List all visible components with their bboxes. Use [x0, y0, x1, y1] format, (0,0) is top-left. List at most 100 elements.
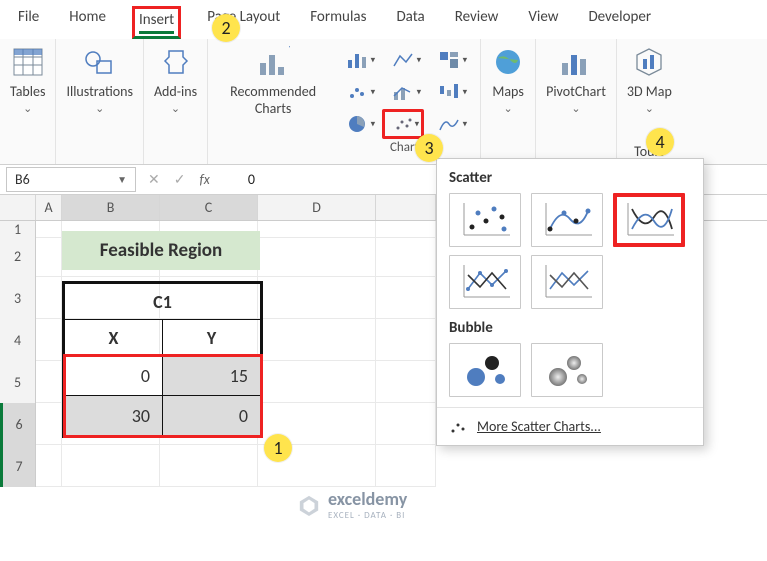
statistic-chart-button[interactable]: ▾	[336, 77, 378, 107]
tab-formulas[interactable]: Formulas	[306, 6, 370, 39]
pivotchart-label: PivotChart	[546, 83, 606, 100]
hierarchy-chart-button[interactable]: ▾	[428, 45, 470, 75]
group-maps: Maps ⌄	[481, 39, 536, 164]
group-pivotchart: PivotChart ⌄	[536, 39, 617, 164]
tables-label: Tables	[10, 83, 45, 100]
col-b[interactable]: B	[62, 195, 160, 220]
pivotchart-icon	[559, 45, 593, 79]
recommended-label: Recommended Charts	[218, 83, 328, 117]
more-scatter-charts[interactable]: More Scatter Charts...	[437, 407, 703, 437]
cell-c6[interactable]: 15	[163, 356, 261, 396]
row-3[interactable]: 3	[0, 277, 36, 319]
row-5[interactable]: 5	[0, 361, 36, 403]
pie-chart-button[interactable]: ▾	[336, 109, 378, 139]
step-4-callout: 4	[646, 128, 674, 156]
illustrations-button[interactable]: Illustrations ⌄	[66, 45, 133, 115]
scatter-chart-button[interactable]: ▾	[382, 109, 424, 139]
col-a[interactable]: A	[36, 195, 62, 220]
chevron-down-icon: ⌄	[571, 102, 580, 115]
group-tables: Tables ⌄	[0, 39, 56, 164]
maps-label: Maps	[492, 83, 523, 100]
col-c[interactable]: C	[160, 195, 258, 220]
col-x-header[interactable]: X	[65, 320, 163, 356]
shapes-icon	[83, 45, 117, 79]
scatter-smooth-markers-option[interactable]	[531, 193, 603, 247]
scatter-dropdown-panel: Scatter Bubble More Scatter Charts...	[436, 158, 704, 446]
chevron-down-icon: ⌄	[171, 102, 180, 115]
selected-range[interactable]: 0 15 30 0	[65, 356, 261, 436]
chart-type-grid: ▾ ▾ ▾ ▾ ▾ ▾ ▾ ▾ ▾	[336, 45, 470, 139]
watermark-tag: EXCEL · DATA · BI	[328, 510, 407, 521]
svg-text:?: ?	[288, 45, 290, 62]
col-y-header[interactable]: Y	[163, 320, 261, 356]
combo-chart-button[interactable]: ▾	[382, 77, 424, 107]
data-table: C1 X Y 0 15 30 0	[62, 281, 263, 438]
row-6[interactable]: 6	[0, 403, 36, 445]
scatter-straight-lines-option[interactable]	[531, 255, 603, 309]
recommended-chart-icon: ?	[256, 45, 290, 79]
waterfall-chart-button[interactable]: ▾	[428, 77, 470, 107]
col-d[interactable]: D	[258, 195, 376, 220]
name-box[interactable]: B6 ▼	[6, 167, 136, 192]
select-all-corner[interactable]	[0, 195, 36, 220]
watermark-icon	[298, 494, 320, 516]
watermark: exceldemy EXCEL · DATA · BI	[298, 488, 407, 521]
recommended-charts-button[interactable]: ? Recommended Charts	[218, 45, 328, 117]
sheet-title-cell[interactable]: Feasible Region	[62, 231, 260, 270]
chevron-down-icon: ⌄	[95, 102, 104, 115]
group-illustrations: Illustrations ⌄	[56, 39, 144, 164]
map3d-button[interactable]: 3D Map ⌄	[627, 45, 672, 115]
column-chart-button[interactable]: ▾	[336, 45, 378, 75]
more-label: More Scatter Charts...	[477, 418, 601, 435]
addins-button[interactable]: Add-ins ⌄	[154, 45, 197, 115]
chevron-down-icon: ▼	[117, 173, 127, 186]
tab-home[interactable]: Home	[65, 6, 110, 39]
addins-icon	[159, 45, 193, 79]
title-text: Feasible Region	[62, 231, 260, 270]
map3d-icon	[632, 45, 666, 79]
tab-view[interactable]: View	[524, 6, 562, 39]
bubble-section-label: Bubble	[449, 319, 691, 337]
table-icon	[11, 45, 45, 79]
cell-c7[interactable]: 0	[163, 396, 261, 436]
chevron-down-icon: ⌄	[23, 102, 32, 115]
step-1-callout: 1	[264, 434, 292, 462]
tab-developer[interactable]: Developer	[584, 6, 655, 39]
bubble-options	[437, 343, 703, 397]
chevron-down-icon: ⌄	[645, 102, 654, 115]
cell-b6[interactable]: 0	[65, 356, 163, 396]
formula-value[interactable]: 0	[248, 171, 255, 188]
row-2[interactable]: 2	[0, 235, 36, 277]
maps-button[interactable]: Maps ⌄	[491, 45, 525, 115]
ribbon-tabs: File Home Insert Page Layout Formulas Da…	[0, 0, 767, 39]
cancel-icon[interactable]: ✕	[148, 171, 160, 188]
bubble-2d-option[interactable]	[449, 343, 521, 397]
name-box-value: B6	[15, 171, 30, 188]
tab-review[interactable]: Review	[451, 6, 503, 39]
cell-b7[interactable]: 30	[65, 396, 163, 436]
pivotchart-button[interactable]: PivotChart ⌄	[546, 45, 606, 115]
scatter-straight-markers-option[interactable]	[449, 255, 521, 309]
chevron-down-icon: ⌄	[504, 102, 513, 115]
line-chart-button[interactable]: ▾	[382, 45, 424, 75]
tab-data[interactable]: Data	[392, 6, 428, 39]
scatter-markers-option[interactable]	[449, 193, 521, 247]
tab-file[interactable]: File	[14, 6, 43, 39]
tables-button[interactable]: Tables ⌄	[10, 45, 45, 115]
scatter-smooth-lines-option[interactable]	[613, 193, 685, 247]
scatter-section-label: Scatter	[449, 169, 691, 187]
fx-label[interactable]: fx	[199, 171, 209, 188]
tab-insert[interactable]: Insert	[132, 6, 181, 39]
globe-icon	[491, 45, 525, 79]
scatter-options	[437, 193, 703, 309]
confirm-icon[interactable]: ✓	[174, 171, 186, 188]
step-2-callout: 2	[212, 14, 240, 42]
bubble-3d-option[interactable]	[531, 343, 603, 397]
watermark-brand: exceldemy	[328, 488, 407, 510]
row-7[interactable]: 7	[0, 445, 36, 487]
table-header[interactable]: C1	[65, 284, 261, 320]
row-4[interactable]: 4	[0, 319, 36, 361]
group-addins: Add-ins ⌄	[144, 39, 208, 164]
illustrations-label: Illustrations	[66, 83, 133, 100]
map3d-label: 3D Map	[627, 83, 672, 100]
